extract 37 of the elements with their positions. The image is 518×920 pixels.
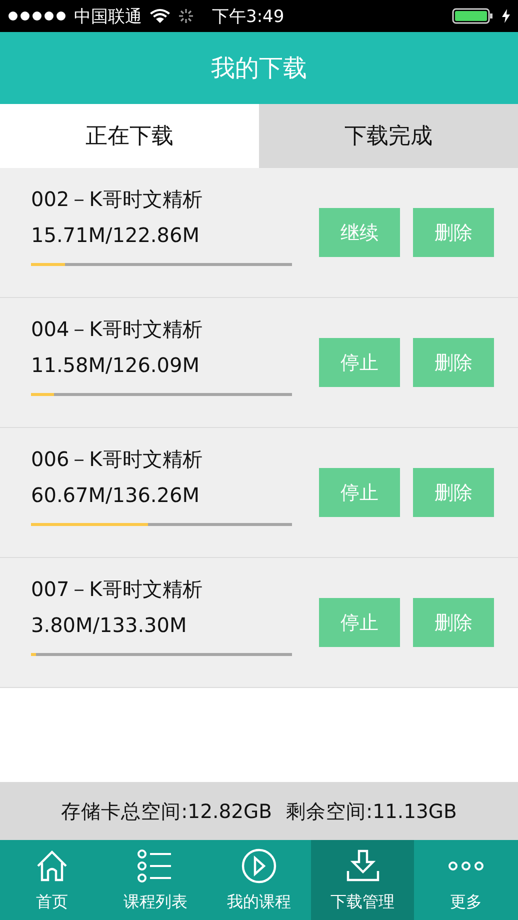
wifi-icon (150, 9, 170, 23)
loading-icon (178, 8, 194, 24)
nav-tab[interactable]: 更多 (414, 840, 518, 920)
action-button[interactable]: 删除 (413, 598, 494, 647)
file-size: 3.80M/133.30M (31, 612, 188, 636)
file-title: 007－K哥时文精析 (31, 576, 204, 602)
file-title: 006－K哥时文精析 (31, 446, 204, 472)
signal-icon (8, 11, 66, 21)
list-icon (137, 849, 174, 883)
download-icon (344, 849, 381, 883)
charging-icon (502, 9, 510, 23)
nav-tab[interactable]: 首页 (0, 840, 104, 920)
home-icon (34, 849, 69, 883)
file-size: 11.58M/126.09M (31, 352, 200, 376)
nav-tab[interactable]: 我的课程 (207, 840, 311, 920)
action-button[interactable]: 删除 (413, 338, 494, 387)
nav-tab[interactable]: 下载管理 (310, 840, 414, 920)
more-icon (448, 861, 484, 871)
file-title: 004－K哥时文精析 (31, 316, 204, 342)
nav-tab[interactable]: 课程列表 (104, 840, 208, 920)
free-space: 剩余空间:11.13GB (286, 798, 457, 824)
carrier-name: 中国联通 (74, 6, 142, 28)
action-button[interactable]: 停止 (319, 598, 400, 647)
file-size: 60.67M/136.26M (31, 482, 200, 506)
page-title: 我的下载 (211, 53, 307, 84)
play-icon (240, 848, 277, 884)
file-size: 15.71M/122.86M (31, 222, 200, 246)
total-space: 存储卡总空间:12.82GB (61, 798, 272, 824)
action-button[interactable]: 删除 (413, 468, 494, 517)
battery-icon (452, 8, 494, 24)
action-button[interactable]: 停止 (319, 338, 400, 387)
action-button[interactable]: 删除 (413, 208, 494, 257)
action-button[interactable]: 继续 (319, 208, 400, 257)
tab[interactable]: 下载完成 (259, 104, 518, 168)
action-button[interactable]: 停止 (319, 468, 400, 517)
clock-time: 下午3:49 (212, 6, 284, 28)
file-title: 002－K哥时文精析 (31, 186, 204, 212)
